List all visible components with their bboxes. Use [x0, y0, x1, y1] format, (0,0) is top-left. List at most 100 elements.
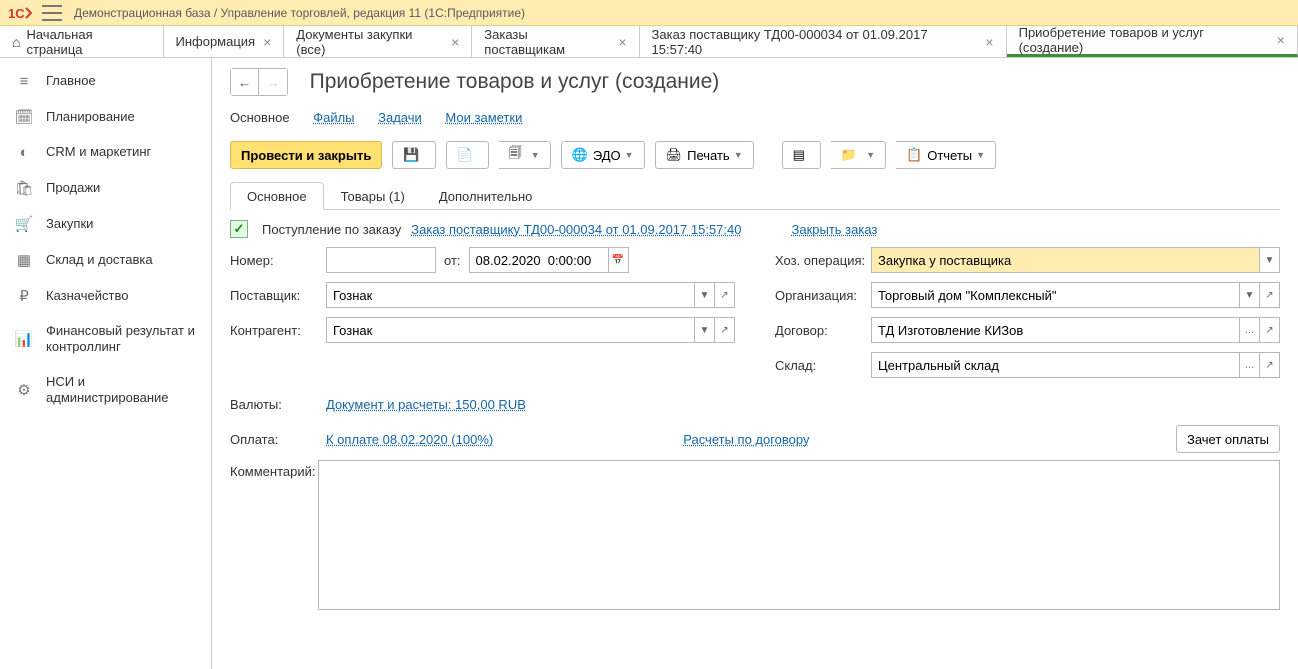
date-input[interactable] [469, 247, 609, 273]
comment-input[interactable] [318, 460, 1280, 610]
menu-icon[interactable] [42, 5, 62, 21]
close-icon[interactable]: × [263, 34, 271, 50]
tab-orders[interactable]: Заказы поставщикам × [472, 26, 639, 57]
open-button[interactable]: ↗ [1260, 352, 1280, 378]
payment-link[interactable]: К оплате 08.02.2020 (100%) [326, 432, 493, 447]
caret-icon: ▼ [700, 325, 710, 336]
page-title: Приобретение товаров и услуг (создание) [310, 70, 720, 94]
payment-label: Оплата: [230, 432, 326, 447]
dropdown-button[interactable]: ▼ [695, 282, 715, 308]
create-based-button[interactable]: 🗐▼ [499, 141, 551, 169]
currency-link[interactable]: Документ и расчеты: 150,00 RUB [326, 397, 526, 412]
supplier-input[interactable] [326, 282, 695, 308]
chart-icon: 📊 [14, 330, 34, 348]
report-icon: 📋 [906, 147, 922, 163]
sidebar-item-planning[interactable]: 🗓Планирование [0, 99, 211, 135]
close-icon[interactable]: × [451, 34, 459, 50]
contract-label: Договор: [775, 323, 871, 338]
create-based-group: 🗐▼ [499, 141, 551, 169]
toolbar: Провести и закрыть 💾 📄 🗐▼ 🌐ЭДО▼ 🖨Печать▼… [230, 141, 1280, 169]
close-icon[interactable]: × [1277, 32, 1285, 48]
nav-arrows: ← → [230, 68, 288, 96]
caret-icon: ▼ [734, 150, 743, 160]
subnav-notes[interactable]: Мои заметки [445, 110, 522, 125]
counterparty-input[interactable] [326, 317, 695, 343]
sidebar-item-warehouse[interactable]: ▦Склад и доставка [0, 242, 211, 278]
close-icon[interactable]: × [618, 34, 626, 50]
caret-icon: ▼ [625, 150, 634, 160]
titlebar-text: Демонстрационная база / Управление торго… [74, 6, 525, 20]
close-order-link[interactable]: Закрыть заказ [791, 222, 877, 237]
open-button[interactable]: ↗ [1260, 282, 1280, 308]
attach-group: 📁▼ [831, 141, 886, 169]
currency-label: Валюты: [230, 397, 326, 412]
save-icon: 💾 [403, 147, 419, 163]
forward-button[interactable]: → [259, 69, 287, 95]
date-picker-button[interactable]: 📅 [609, 247, 629, 273]
reports-button[interactable]: 📋Отчеты▼ [896, 141, 996, 169]
dropdown-button[interactable]: ▼ [1260, 247, 1280, 273]
dropdown-button[interactable]: ▼ [1240, 282, 1260, 308]
caret-icon: ▼ [1245, 290, 1255, 301]
sidebar-item-finance[interactable]: 📊Финансовый результат и контроллинг [0, 314, 211, 365]
ellipsis-button[interactable]: … [1240, 317, 1260, 343]
sidebar-item-crm[interactable]: ◐CRM и маркетинг [0, 135, 211, 170]
tabs-bar: ⌂ Начальная страница Информация × Докуме… [0, 26, 1298, 58]
subnav-main[interactable]: Основное [230, 110, 290, 125]
sidebar-item-nsi[interactable]: ⚙НСИ и администрирование [0, 365, 211, 416]
tab-docs[interactable]: Документы закупки (все) × [284, 26, 472, 57]
by-order-checkbox[interactable]: ✓ [230, 220, 248, 238]
tab-order-detail[interactable]: Заказ поставщику ТД00-000034 от 01.09.20… [640, 26, 1007, 57]
order-link[interactable]: Заказ поставщику ТД00-000034 от 01.09.20… [411, 222, 741, 237]
offset-button[interactable]: Зачет оплаты [1176, 425, 1280, 453]
post-button[interactable]: 📄 [446, 141, 489, 169]
submit-button[interactable]: Провести и закрыть [230, 141, 382, 169]
open-button[interactable]: ↗ [1260, 317, 1280, 343]
bag-icon: 🛍 [14, 179, 34, 197]
back-button[interactable]: ← [231, 69, 259, 95]
open-icon: ↗ [720, 290, 728, 301]
save-button[interactable]: 💾 [392, 141, 435, 169]
caret-icon: ▼ [866, 150, 875, 160]
ellipsis-icon: … [1245, 325, 1255, 336]
comment-label: Комментарий: [230, 460, 318, 479]
hoz-input[interactable] [871, 247, 1260, 273]
caret-icon: ▼ [1265, 255, 1275, 266]
number-input[interactable] [326, 247, 436, 273]
subnav-files[interactable]: Файлы [313, 110, 354, 125]
tab-label: Начальная страница [26, 27, 150, 57]
subnav-tasks[interactable]: Задачи [378, 110, 422, 125]
attach-button[interactable]: 📁▼ [831, 141, 886, 169]
order-link-row: ✓ Поступление по заказу Заказ поставщику… [230, 220, 1280, 238]
reports-group: 📋Отчеты▼ [896, 141, 996, 169]
tab-info[interactable]: Информация × [164, 26, 285, 57]
form-tab-goods[interactable]: Товары (1) [324, 182, 422, 210]
contract-input[interactable] [871, 317, 1240, 343]
form-tab-extra[interactable]: Дополнительно [422, 182, 550, 210]
org-input[interactable] [871, 282, 1240, 308]
sidebar-item-purchases[interactable]: 🛒Закупки [0, 206, 211, 242]
list-button[interactable]: ▤ [782, 141, 821, 169]
edo-button[interactable]: 🌐ЭДО▼ [561, 141, 645, 169]
titlebar: 1C Демонстрационная база / Управление то… [0, 0, 1298, 26]
print-button[interactable]: 🖨Печать▼ [655, 141, 754, 169]
close-icon[interactable]: × [985, 34, 993, 50]
calc-link[interactable]: Расчеты по договору [683, 432, 809, 447]
form-tab-main[interactable]: Основное [230, 182, 324, 210]
open-button[interactable]: ↗ [715, 282, 735, 308]
form-tabs: Основное Товары (1) Дополнительно [230, 181, 1280, 210]
sidebar-item-main[interactable]: ≡Главное [0, 64, 211, 99]
caret-icon: ▼ [531, 150, 540, 160]
sidebar-item-treasury[interactable]: ₽Казначейство [0, 278, 211, 314]
tab-home[interactable]: ⌂ Начальная страница [0, 26, 164, 57]
sidebar-item-sales[interactable]: 🛍Продажи [0, 170, 211, 206]
open-button[interactable]: ↗ [715, 317, 735, 343]
ellipsis-button[interactable]: … [1240, 352, 1260, 378]
ruble-icon: ₽ [14, 287, 34, 305]
tab-label: Заказ поставщику ТД00-000034 от 01.09.20… [652, 27, 978, 57]
tab-label: Приобретение товаров и услуг (создание) [1019, 25, 1269, 55]
tab-create[interactable]: Приобретение товаров и услуг (создание) … [1007, 26, 1298, 57]
warehouse-input[interactable] [871, 352, 1240, 378]
dropdown-button[interactable]: ▼ [695, 317, 715, 343]
caret-icon: ▼ [976, 150, 985, 160]
